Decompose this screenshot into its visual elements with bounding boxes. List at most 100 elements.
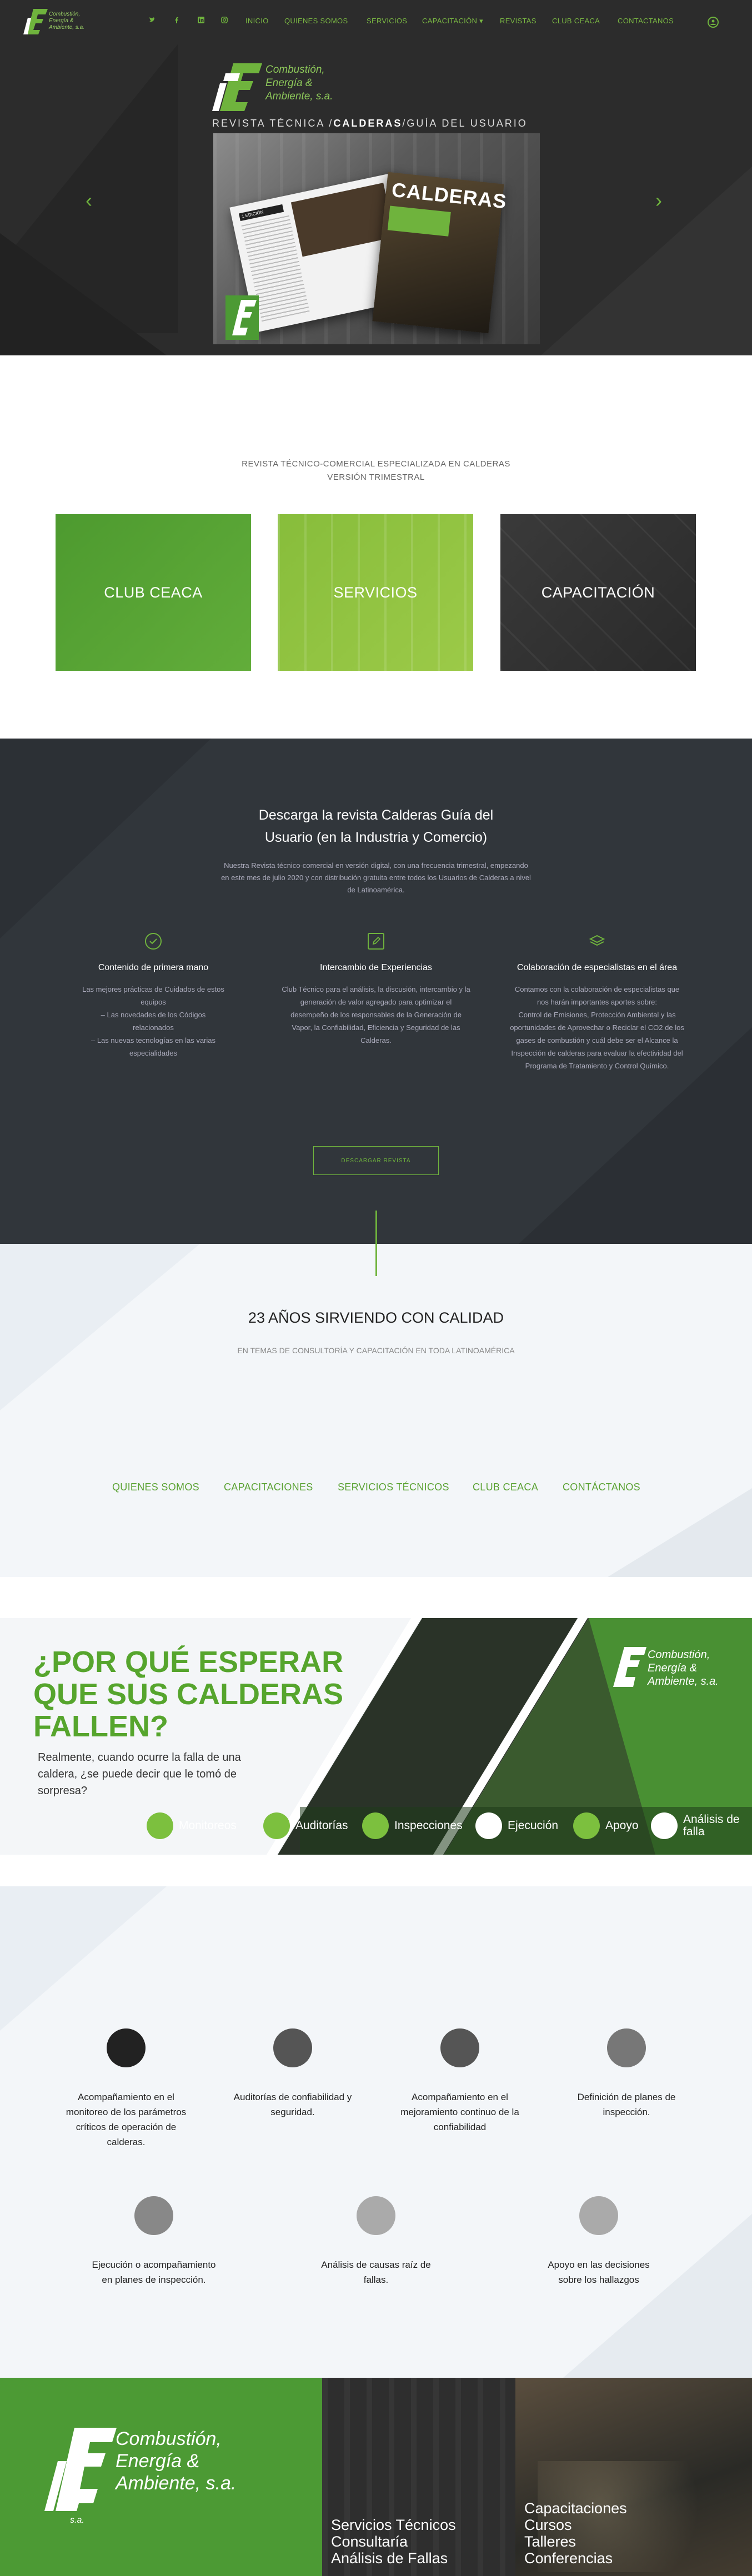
chevron-down-icon: ▾: [479, 17, 483, 25]
intro-heading: REVISTA TÉCNICO-COMERCIAL ESPECIALIZADA …: [0, 458, 752, 484]
support-icon: [573, 1812, 600, 1839]
feature-text: Club Técnico para el análisis, la discus…: [282, 985, 470, 1045]
service-analisis: Análisis de causas raíz de fallas.: [312, 2196, 440, 2287]
link-quienes-somos[interactable]: QUIENES SOMOS: [112, 1482, 199, 1493]
download-button[interactable]: DESCARGAR REVISTA: [313, 1146, 439, 1175]
slider-prev-arrow[interactable]: ‹: [86, 189, 92, 212]
cea-logo-icon: [212, 63, 262, 111]
decor-triangle: [541, 167, 752, 355]
link-capacitaciones[interactable]: CAPACITACIONES: [224, 1482, 313, 1493]
services-section: Acompañamiento en el monitoreo de los pa…: [0, 1886, 752, 2378]
cea-logo-icon: [613, 1647, 646, 1687]
feature-colaboracion: Colaboración de especialistas en el área…: [497, 933, 697, 1072]
slider-next-arrow[interactable]: ›: [655, 189, 662, 212]
audit-icon: [263, 1812, 290, 1839]
footer-link[interactable]: Cursos: [524, 2517, 627, 2533]
cea-logo-icon: [23, 9, 48, 34]
monitor-icon: [107, 2028, 146, 2067]
banner-item-auditorias: Auditorías: [263, 1812, 348, 1839]
quality-section: 23 AÑOS SIRVIENDO CON CALIDAD EN TEMAS D…: [0, 1244, 752, 1577]
banner-logo-line: Combustión,: [648, 1649, 710, 1661]
footer-list-training: Capacitaciones Cursos Talleres Conferenc…: [524, 2500, 627, 2567]
footer-logo-sa: s.a.: [70, 2515, 84, 2525]
footer-link[interactable]: Capacitaciones: [524, 2500, 627, 2517]
footer-link[interactable]: Consultaría: [331, 2533, 456, 2550]
link-servicios-tecnicos[interactable]: SERVICIOS TÉCNICOS: [338, 1482, 449, 1493]
download-description: Nuestra Revista técnico-comercial en ver…: [221, 861, 531, 894]
search-icon: [475, 1812, 502, 1839]
service-mejoramiento: Acompañamiento en el mejoramiento contin…: [396, 2028, 524, 2135]
instagram-icon[interactable]: [221, 17, 228, 25]
hero-brand-logo: Combustión, Energía & Ambiente, s.a.: [212, 60, 379, 113]
site-logo[interactable]: Combustión, Energía & Ambiente, s.a.: [23, 7, 90, 40]
card-capacitacion[interactable]: CAPACITACIÓN: [500, 514, 696, 671]
banner-item-ejecucion: Ejecución: [475, 1812, 558, 1839]
download-section: Descarga la revista Calderas Guía del Us…: [0, 739, 752, 1244]
banner-logo: Combustión, Energía & Ambiente, s.a.: [608, 1645, 730, 1689]
divider-line: [375, 1211, 377, 1276]
logo-text-line: Ambiente, s.a.: [49, 24, 84, 31]
feature-title: Colaboración de especialistas en el área: [517, 963, 678, 972]
linkedin-icon[interactable]: [198, 17, 204, 25]
link-contactanos[interactable]: CONTÁCTANOS: [563, 1482, 640, 1493]
nav-item-quienes-somos[interactable]: QUIENES SOMOS: [284, 17, 348, 25]
nav-item-inicio[interactable]: INICIO: [245, 17, 269, 25]
user-account-icon[interactable]: [708, 17, 719, 28]
banner-item-apoyo: Apoyo: [573, 1812, 639, 1839]
footer-link[interactable]: Servicios Técnicos: [331, 2517, 456, 2533]
banner-item-label: Inspecciones: [394, 1819, 463, 1832]
top-navigation: Combustión, Energía & Ambiente, s.a. INI…: [0, 0, 752, 44]
banner-item-label: Monitoreos: [179, 1819, 237, 1832]
feature-title: Contenido de primera mano: [98, 963, 209, 972]
service-monitoreo: Acompañamiento en el monitoreo de los pa…: [62, 2028, 190, 2150]
facebook-icon[interactable]: [173, 17, 180, 25]
footer-link[interactable]: Talleres: [524, 2533, 627, 2550]
service-text: Apoyo en las decisiones sobre los hallaz…: [548, 2259, 650, 2285]
service-text: Definición de planes de inspección.: [577, 2092, 676, 2117]
banner-item-label: Auditorías: [295, 1819, 348, 1832]
card-club-ceaca[interactable]: CLUB CEACA: [56, 514, 251, 671]
nav-item-club-ceaca[interactable]: CLUB CEACA: [552, 17, 600, 25]
service-apoyo: Apoyo en las decisiones sobre los hallaz…: [535, 2196, 663, 2287]
banner-logo-line: Ambiente, s.a.: [648, 1675, 719, 1688]
service-text: Acompañamiento en el mejoramiento contin…: [400, 2092, 519, 2132]
banner-logo-line: Energía &: [648, 1662, 697, 1674]
banner-item-label: Ejecución: [508, 1819, 559, 1832]
nav-item-contactanos[interactable]: CONTACTANOS: [618, 17, 674, 25]
document-icon: [357, 2196, 395, 2235]
gear-icon: [651, 1812, 678, 1839]
edit-icon: [368, 933, 384, 950]
card-servicios[interactable]: SERVICIOS: [278, 514, 473, 671]
caption-bold: CALDERAS: [333, 118, 403, 129]
layers-icon: [589, 933, 605, 950]
hero-brand-line: Ambiente, s.a.: [265, 91, 333, 102]
footer-logo-line: Energía &: [116, 2451, 200, 2472]
service-text: Auditorías de confiabilidad y seguridad.: [233, 2092, 352, 2117]
card-label: CAPACITACIÓN: [541, 584, 655, 601]
footer-logo-line: Combustión,: [116, 2428, 222, 2449]
card-label: SERVICIOS: [333, 584, 418, 601]
nav-item-capacitacion[interactable]: CAPACITACIÓN ▾: [422, 17, 483, 26]
feature-text: Contamos con la colaboración de especial…: [510, 985, 684, 1070]
banner-item-analisis: Análisis de falla: [651, 1812, 750, 1839]
link-club-ceaca[interactable]: CLUB CEACA: [473, 1482, 538, 1493]
decor-triangle: [0, 233, 167, 355]
nav-item-revistas[interactable]: REVISTAS: [500, 17, 537, 25]
cea-logo-icon: [225, 295, 259, 340]
twitter-icon[interactable]: [149, 17, 156, 25]
feature-intercambio: Intercambio de Experiencias Club Técnico…: [276, 933, 476, 1047]
monitor-icon: [147, 1812, 173, 1839]
intro-line: REVISTA TÉCNICO-COMERCIAL ESPECIALIZADA …: [242, 459, 510, 469]
cea-logo-icon: [44, 2428, 117, 2511]
intro-line: VERSIÓN TRIMESTRAL: [327, 473, 425, 482]
service-ejecucion: Ejecución o acompañamiento en planes de …: [90, 2196, 218, 2287]
nav-item-servicios[interactable]: SERVICIOS: [367, 17, 407, 25]
feature-text: Las mejores prácticas de Cuidados de est…: [82, 985, 224, 1057]
promo-banner: Combustión, Energía & Ambiente, s.a. ¿PO…: [0, 1618, 752, 1855]
logo-text-line: Combustión,: [49, 11, 81, 17]
feature-title: Intercambio de Experiencias: [320, 963, 432, 972]
footer-link[interactable]: Análisis de Fallas: [331, 2550, 456, 2567]
quality-title: 23 AÑOS SIRVIENDO CON CALIDAD: [248, 1309, 504, 1326]
footer-link[interactable]: Conferencias: [524, 2550, 627, 2567]
hero-caption: REVISTA TÉCNICA /CALDERAS/GUÍA DEL USUAR…: [212, 118, 528, 129]
